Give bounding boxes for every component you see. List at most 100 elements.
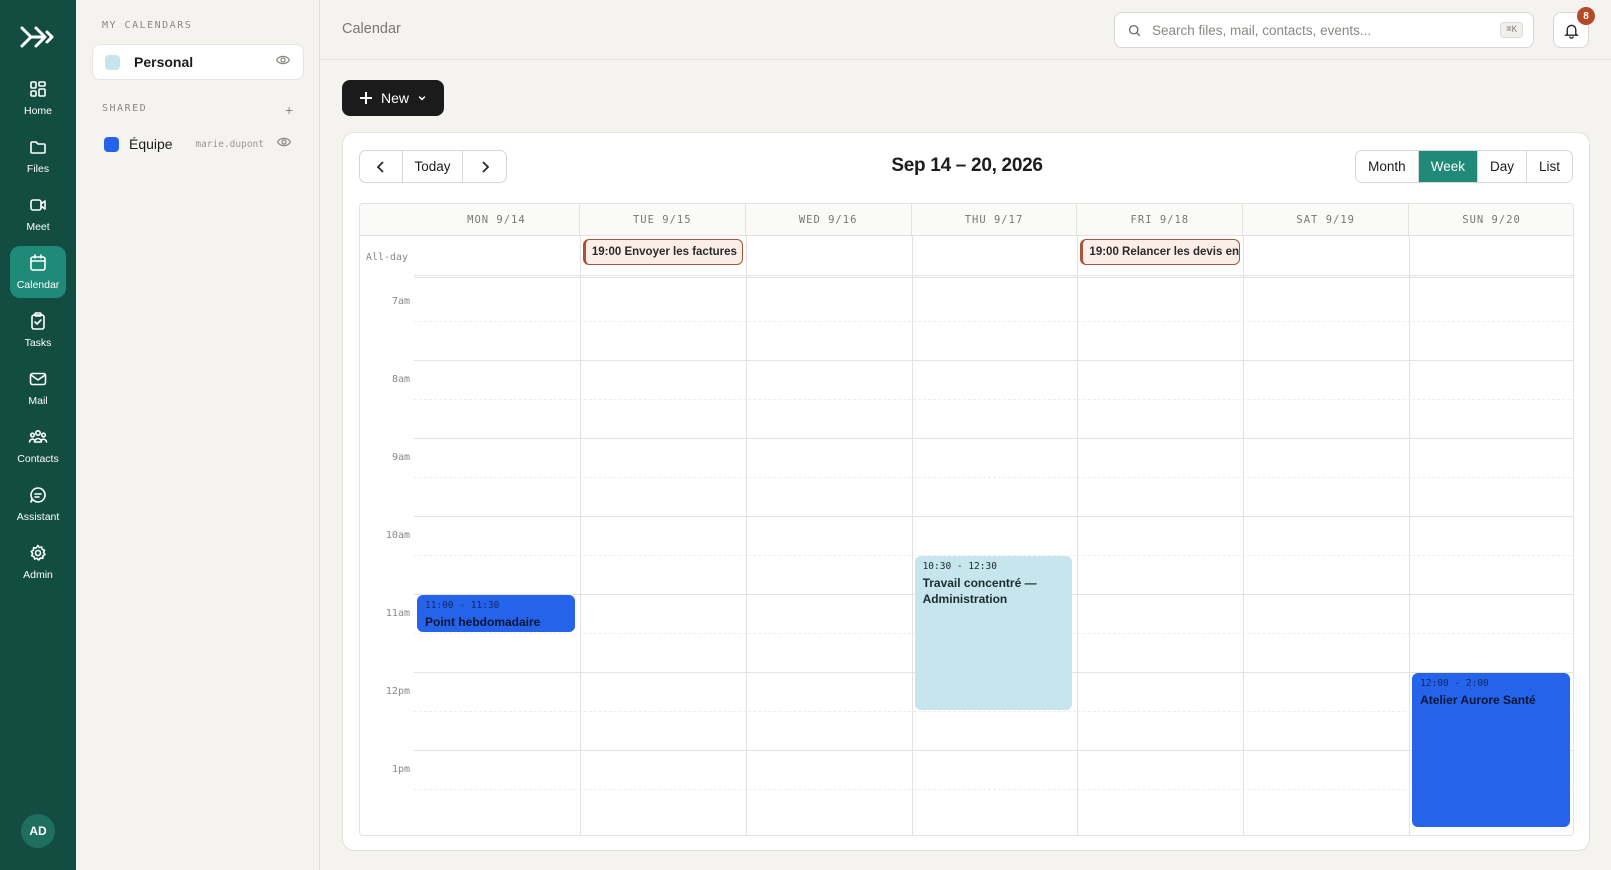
nav-item-mail[interactable]: Mail — [10, 362, 66, 414]
grid-corner — [360, 204, 414, 236]
nav-item-admin[interactable]: Admin — [10, 536, 66, 588]
calendar-event[interactable]: 11:00 - 11:30 Point hebdomadaire — [417, 595, 575, 632]
search-icon — [1128, 24, 1141, 36]
home-icon — [30, 81, 46, 97]
calendar-name: Personal — [134, 54, 194, 70]
mail-icon — [29, 372, 47, 386]
day-header[interactable]: THU 9/17 — [911, 204, 1078, 236]
day-header[interactable]: TUE 9/15 — [579, 204, 746, 236]
hour-label: 11am — [385, 608, 410, 619]
calendar-icon — [30, 254, 46, 271]
shared-label: SHARED — [102, 103, 148, 114]
folder-icon — [30, 141, 46, 154]
new-label: New — [380, 90, 409, 106]
main-nav: Home Files Meet Calendar Tasks Mail Cont… — [10, 72, 66, 588]
calendar-event[interactable]: 10:30 - 12:30 Travail concentré — Adminis… — [914, 556, 1073, 710]
bell-icon — [1563, 24, 1579, 39]
hour-label: 9am — [391, 452, 410, 463]
calendar-event[interactable]: 12:00 - 2:00 Atelier Aurore Santé — [1412, 673, 1570, 827]
view-list-button[interactable]: List — [1527, 151, 1572, 182]
hour-line — [414, 516, 1573, 517]
week-grid: All-day MON 9/14 TUE 9/15 WED 9/16 THU 9/17… — [359, 203, 1574, 836]
event-title: Atelier Aurore Santé — [1420, 693, 1536, 707]
event-time: 12:00 - 2:00 — [1420, 678, 1489, 689]
calendar-owner: marie.dupont — [195, 138, 264, 150]
notifications-button[interactable]: 8 — [1553, 7, 1595, 48]
search-box[interactable]: ⌘K — [1114, 12, 1534, 48]
calendar-name: Équipe — [129, 136, 173, 152]
nav-label: Assistant — [16, 511, 60, 523]
nav-item-files[interactable]: Files — [10, 130, 66, 182]
view-switcher: Month Week Day List — [1355, 150, 1573, 183]
event-title: Point hebdomadaire — [425, 615, 541, 629]
hour-label: 10am — [385, 530, 410, 541]
calendar-color-swatch[interactable] — [105, 54, 120, 70]
hour-line — [414, 438, 1573, 439]
allday-label: All-day — [365, 251, 409, 263]
event-title: Travail concentré — Administration — [922, 576, 1037, 606]
search-input[interactable] — [1152, 22, 1501, 38]
add-shared-calendar-button[interactable]: + — [285, 102, 293, 118]
eye-icon[interactable] — [275, 52, 291, 73]
app-logo-icon[interactable] — [18, 22, 58, 52]
app-rail: Home Files Meet Calendar Tasks Mail Cont… — [0, 0, 76, 870]
video-icon — [30, 199, 46, 211]
half-hour-line — [414, 711, 1573, 712]
column-divider — [579, 236, 581, 835]
nav-label: Files — [26, 163, 50, 175]
calendar-color-swatch[interactable] — [104, 136, 119, 152]
nav-item-tasks[interactable]: Tasks — [10, 304, 66, 356]
plus-icon — [359, 92, 372, 104]
nav-item-meet[interactable]: Meet — [10, 188, 66, 240]
day-header[interactable]: SUN 9/20 — [1409, 204, 1573, 236]
nav-label: Tasks — [24, 337, 52, 349]
chevron-down-icon — [418, 96, 426, 101]
hour-line — [414, 750, 1573, 751]
hour-label: 7am — [391, 296, 410, 307]
day-header[interactable]: FRI 9/18 — [1077, 204, 1244, 236]
nav-label: Meet — [26, 221, 50, 233]
nav-label: Mail — [28, 395, 48, 407]
nav-label: Admin — [23, 569, 53, 581]
clipboard-check-icon — [31, 312, 45, 330]
nav-item-calendar[interactable]: Calendar — [10, 246, 66, 298]
nav-label: Contacts — [17, 453, 59, 465]
calendar-sidebar: MY CALENDARS Personal SHARED + Équipe ma… — [76, 0, 320, 870]
nav-item-home[interactable]: Home — [10, 72, 66, 124]
chat-icon — [30, 487, 46, 503]
search-shortcut: ⌘K — [1500, 22, 1523, 38]
half-hour-line — [414, 477, 1573, 478]
allday-event[interactable]: 19:00 Relancer les devis en attente — [1080, 239, 1241, 265]
my-calendars-label: MY CALENDARS — [102, 20, 193, 31]
day-header[interactable]: WED 9/16 — [745, 204, 912, 236]
nav-item-contacts[interactable]: Contacts — [10, 420, 66, 472]
half-hour-line — [414, 399, 1573, 400]
hour-label: 12pm — [385, 686, 410, 697]
nav-item-assistant[interactable]: Assistant — [10, 478, 66, 530]
page-title: Calendar — [342, 21, 401, 37]
event-time: 11:00 - 11:30 — [425, 600, 500, 611]
top-header: Calendar ⌘K 8 — [321, 0, 1611, 60]
view-week-button[interactable]: Week — [1418, 151, 1478, 182]
column-divider — [1243, 236, 1245, 835]
hour-label: 1pm — [391, 764, 410, 775]
allday-event[interactable]: 19:00 Envoyer les factures — [582, 239, 743, 265]
column-divider — [911, 236, 913, 835]
calendar-item-equipe[interactable]: Équipe marie.dupont — [92, 128, 304, 160]
new-button[interactable]: New — [342, 80, 444, 116]
calendar-item-personal[interactable]: Personal — [92, 44, 304, 80]
nav-label: Calendar — [16, 279, 60, 291]
view-day-button[interactable]: Day — [1478, 151, 1527, 182]
column-divider — [745, 236, 747, 835]
view-month-button[interactable]: Month — [1356, 151, 1419, 182]
eye-icon[interactable] — [276, 134, 292, 155]
nav-label: Home — [23, 105, 52, 117]
day-header[interactable]: MON 9/14 — [414, 204, 580, 236]
column-divider — [1409, 236, 1411, 835]
people-icon — [28, 429, 48, 443]
event-time: 10:30 - 12:30 — [922, 561, 997, 572]
hour-label: 8am — [391, 374, 410, 385]
day-header[interactable]: SAT 9/19 — [1243, 204, 1410, 236]
avatar[interactable]: AD — [21, 814, 55, 848]
notification-badge: 8 — [1577, 7, 1595, 25]
